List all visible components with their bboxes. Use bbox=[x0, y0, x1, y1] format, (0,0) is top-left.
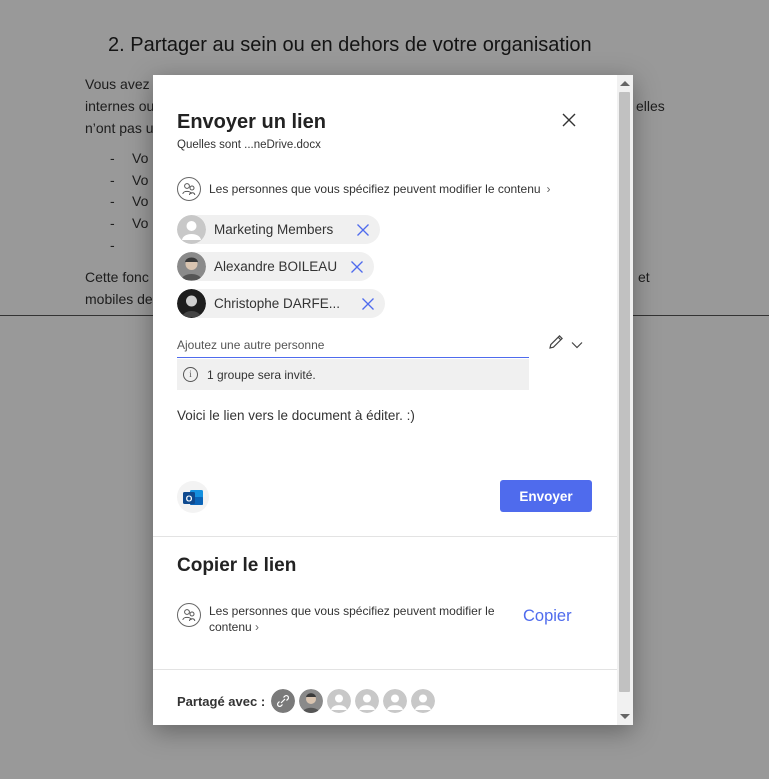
section-divider bbox=[153, 669, 617, 670]
message-field[interactable]: Voici le lien vers le document à éditer.… bbox=[177, 408, 415, 423]
share-dialog: Envoyer un lien Quelles sont ...neDrive.… bbox=[153, 75, 633, 725]
copy-permission-text: Les personnes que vous spécifiez peuvent… bbox=[209, 604, 495, 634]
avatar bbox=[177, 215, 206, 244]
info-icon: i bbox=[183, 367, 198, 382]
info-bar: i 1 groupe sera invité. bbox=[177, 359, 529, 390]
recipient-name: Alexandre BOILEAU bbox=[214, 259, 338, 274]
recipient-chip: Christophe DARFE... bbox=[177, 289, 385, 318]
scroll-thumb[interactable] bbox=[619, 92, 630, 692]
dialog-title: Envoyer un lien bbox=[177, 111, 326, 133]
recipient-name: Marketing Members bbox=[214, 222, 334, 237]
shared-with-label: Partagé avec : bbox=[177, 693, 266, 709]
avatar bbox=[177, 289, 206, 318]
scroll-up-icon[interactable] bbox=[620, 81, 630, 86]
close-button[interactable] bbox=[558, 109, 580, 131]
add-person-input[interactable] bbox=[177, 333, 529, 358]
link-avatar[interactable] bbox=[271, 689, 296, 713]
copy-button[interactable]: Copier bbox=[523, 607, 572, 626]
chevron-down-icon bbox=[571, 342, 583, 349]
remove-recipient-button[interactable] bbox=[356, 223, 370, 237]
avatar[interactable] bbox=[355, 689, 380, 713]
pencil-icon bbox=[549, 335, 563, 349]
recipient-chip: Alexandre BOILEAU bbox=[177, 252, 374, 281]
link-permission-setting[interactable]: Les personnes que vous spécifiez peuvent… bbox=[177, 176, 551, 202]
file-name: Quelles sont ...neDrive.docx bbox=[177, 139, 321, 151]
info-text: 1 groupe sera invité. bbox=[207, 367, 316, 382]
permission-text: Les personnes que vous spécifiez peuvent… bbox=[209, 182, 541, 196]
permission-dropdown-button[interactable] bbox=[571, 337, 583, 349]
remove-recipient-button[interactable] bbox=[361, 297, 375, 311]
recipient-name: Christophe DARFE... bbox=[214, 296, 341, 311]
copy-link-title: Copier le lien bbox=[177, 555, 297, 576]
close-icon bbox=[351, 260, 363, 273]
avatar[interactable] bbox=[383, 689, 408, 713]
close-icon bbox=[562, 113, 576, 127]
recipient-chip: Marketing Members bbox=[177, 215, 380, 244]
scroll-down-icon[interactable] bbox=[620, 714, 630, 719]
avatar[interactable] bbox=[411, 689, 436, 713]
outlook-icon[interactable]: O bbox=[177, 481, 209, 513]
scrollbar[interactable] bbox=[617, 75, 633, 725]
chevron-right-icon: › bbox=[546, 182, 551, 196]
people-icon bbox=[177, 603, 201, 627]
avatar[interactable] bbox=[327, 689, 352, 713]
svg-text:O: O bbox=[186, 494, 193, 504]
edit-permission-button[interactable] bbox=[547, 333, 565, 351]
avatar[interactable] bbox=[299, 689, 324, 713]
shared-with-row: Partagé avec : bbox=[177, 689, 439, 713]
close-icon bbox=[357, 223, 369, 236]
copy-link-permission-setting[interactable]: Les personnes que vous spécifiez peuvent… bbox=[177, 603, 499, 635]
people-icon bbox=[177, 177, 201, 201]
avatar bbox=[177, 252, 206, 281]
close-icon bbox=[362, 297, 374, 310]
remove-recipient-button[interactable] bbox=[350, 260, 364, 274]
chevron-right-icon: › bbox=[255, 620, 260, 634]
send-button[interactable]: Envoyer bbox=[500, 480, 592, 512]
section-divider bbox=[153, 536, 617, 537]
